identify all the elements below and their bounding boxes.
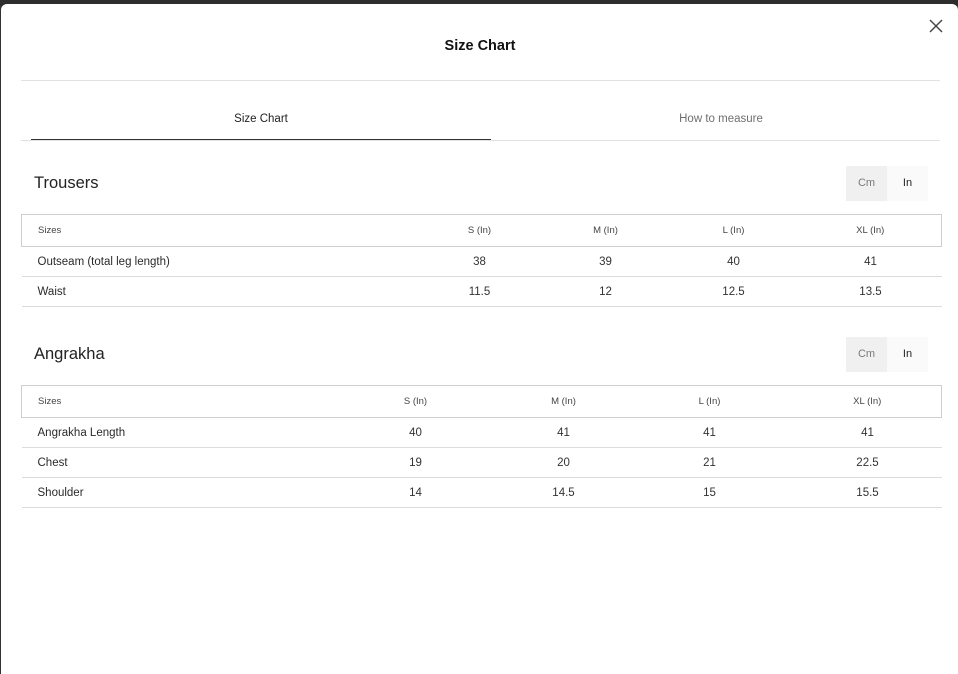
table-cell: 19	[329, 447, 502, 478]
measurement-label: Chest	[21, 447, 330, 478]
column-header: S (In)	[329, 385, 502, 418]
table-row: Waist 11.5 12 12.5 13.5	[21, 276, 942, 307]
table-cell: 14	[329, 477, 502, 508]
table-row: Angrakha Length 40 41 41 41	[21, 417, 942, 448]
unit-in-button[interactable]: In	[887, 337, 928, 372]
angrakha-size-table: Sizes S (In) M (In) L (In) XL (In) Angra…	[21, 385, 942, 508]
unit-in-button[interactable]: In	[887, 166, 928, 201]
table-header-row: Sizes S (In) M (In) L (In) XL (In)	[21, 214, 942, 247]
table-row: Chest 19 20 21 22.5	[21, 447, 942, 478]
measurement-label: Angrakha Length	[21, 417, 330, 448]
table-cell: 11.5	[415, 276, 544, 307]
table-cell: 40	[329, 417, 502, 448]
tabs-divider	[21, 140, 940, 141]
close-icon[interactable]	[926, 16, 946, 36]
trousers-size-table: Sizes S (In) M (In) L (In) XL (In) Outse…	[21, 214, 942, 307]
column-header: L (In)	[625, 385, 794, 418]
table-cell: 14.5	[501, 477, 626, 508]
column-header: Sizes	[21, 385, 330, 418]
title-divider	[21, 80, 940, 81]
unit-cm-button[interactable]: Cm	[846, 337, 887, 372]
table-cell: 41	[793, 417, 942, 448]
modal-title: Size Chart	[444, 38, 516, 54]
unit-toggle-trousers: Cm In	[846, 166, 928, 201]
table-cell: 15.5	[793, 477, 942, 508]
table-cell: 41	[501, 417, 626, 448]
column-header: M (In)	[543, 214, 668, 247]
table-cell: 40	[667, 246, 800, 277]
measurement-label: Waist	[21, 276, 416, 307]
tab-how-to-measure[interactable]: How to measure	[491, 110, 951, 140]
table-cell: 39	[543, 246, 668, 277]
section-title-trousers: Trousers	[34, 174, 99, 192]
unit-cm-button[interactable]: Cm	[846, 166, 887, 201]
table-cell: 41	[625, 417, 794, 448]
table-cell: 15	[625, 477, 794, 508]
column-header: XL (In)	[793, 385, 942, 418]
table-cell: 22.5	[793, 447, 942, 478]
table-cell: 41	[799, 246, 942, 277]
table-cell: 21	[625, 447, 794, 478]
table-row: Shoulder 14 14.5 15 15.5	[21, 477, 942, 508]
column-header: L (In)	[667, 214, 800, 247]
table-cell: 38	[415, 246, 544, 277]
section-title-angrakha: Angrakha	[34, 345, 105, 363]
column-header: XL (In)	[799, 214, 942, 247]
column-header: M (In)	[501, 385, 626, 418]
measurement-label: Outseam (total leg length)	[21, 246, 416, 277]
table-header-row: Sizes S (In) M (In) L (In) XL (In)	[21, 385, 942, 418]
column-header: Sizes	[21, 214, 416, 247]
tab-size-chart[interactable]: Size Chart	[31, 110, 491, 140]
table-cell: 12	[543, 276, 668, 307]
unit-toggle-angrakha: Cm In	[846, 337, 928, 372]
table-cell: 20	[501, 447, 626, 478]
table-cell: 12.5	[667, 276, 800, 307]
table-cell: 13.5	[799, 276, 942, 307]
size-chart-modal: Size Chart Size Chart How to measure Tro…	[1, 4, 958, 674]
tab-bar: Size Chart How to measure	[31, 110, 940, 140]
measurement-label: Shoulder	[21, 477, 330, 508]
table-row: Outseam (total leg length) 38 39 40 41	[21, 246, 942, 277]
column-header: S (In)	[415, 214, 544, 247]
